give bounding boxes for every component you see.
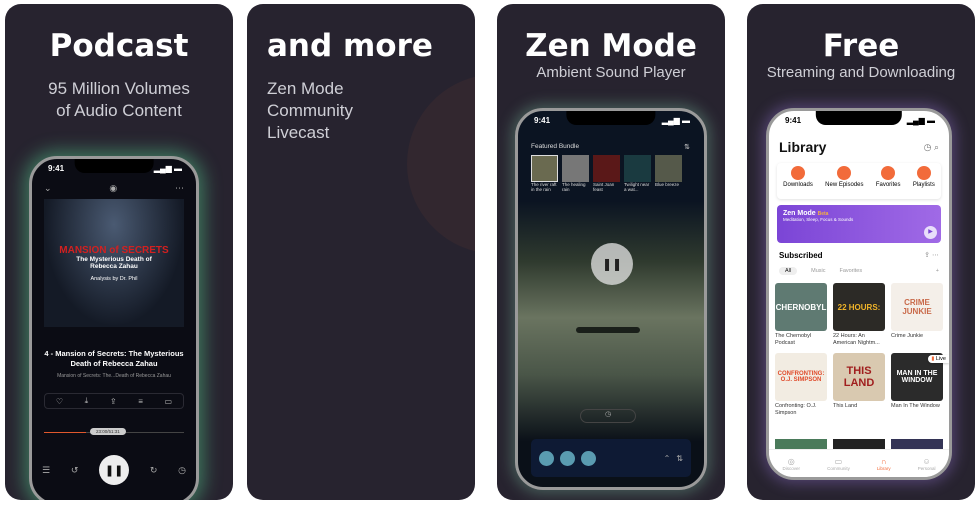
expand-chevron-icon[interactable]: ⌃ (664, 454, 671, 463)
panel-zen-mode: Zen Mode Ambient Sound Player 9:41 ▂▄▆ ▬ … (497, 4, 725, 500)
tab-discover[interactable]: ◎ Discover (783, 457, 801, 471)
panel-podcast: Podcast 95 Million Volumes of Audio Cont… (5, 4, 233, 500)
cover-subtitle: The Mysterious Death of Rebecca Zahau (76, 256, 152, 270)
more-icon[interactable]: ⋯ (932, 252, 939, 259)
cover-title: MANSION of SECRETS (59, 245, 169, 256)
cover-credit: Analysis by Dr. Phil (90, 276, 138, 282)
more-icon[interactable]: ⋯ (175, 183, 184, 194)
add-to-playlist-icon[interactable]: ≡ (138, 397, 143, 406)
cast-icon[interactable]: ◉ (109, 183, 117, 194)
playlists-shortcut[interactable]: Playlists (913, 163, 935, 199)
podcast-item[interactable]: CONFRONTING: O.J. SIMPSON Confronting: O.… (775, 353, 827, 417)
time-readout: 23:00/51:31 (90, 428, 126, 435)
show-link[interactable]: Mansion of Secrets: The...Death of Rebec… (38, 373, 190, 379)
panel-free: Free Streaming and Downloading 9:41 ▂▄▆ ▬… (747, 4, 975, 500)
zen-play-button[interactable]: ▶ (924, 226, 937, 239)
panel-subtitle-line: of Audio Content (56, 101, 182, 120)
tab-library[interactable]: ∩ Library (877, 457, 891, 471)
share-icon[interactable]: ⇪ (924, 252, 930, 259)
panel-and-more: and more Zen Mode Community Livecast (247, 4, 475, 500)
status-time: 9:41 (785, 116, 802, 125)
rain-sound-icon[interactable] (539, 450, 554, 466)
timer-button[interactable]: ◷ (580, 409, 636, 423)
live-badge[interactable]: ▮ Live (928, 355, 949, 363)
filter-music[interactable]: Music (811, 268, 825, 274)
bundle-item[interactable]: Blue breeze (655, 155, 682, 192)
phone-library: 9:41 ▂▄▆ ▬ Library ◷ ⌕ Downloads New Epis… (766, 108, 952, 480)
feature-item: Zen Mode (267, 79, 344, 98)
progress-slider[interactable]: 23:00/51:31 (44, 428, 184, 435)
subscribed-heading: Subscribed (779, 251, 823, 260)
bundle-item[interactable]: Twilight near a wat... (624, 155, 651, 192)
cloud-sound-icon[interactable] (560, 450, 575, 466)
featured-label: Featured Bundle (531, 143, 580, 150)
zen-mode-banner[interactable]: Zen Mode Beta Meditation, Sleep, Focus &… (777, 205, 941, 243)
mixer-icon[interactable]: ⇅ (676, 454, 683, 463)
episode-cover: MANSION of SECRETS The Mysterious Death … (44, 199, 184, 327)
forward-30-icon[interactable]: ↻ (150, 465, 158, 476)
panel-title: Free (822, 28, 900, 64)
panel-title: Zen Mode (525, 28, 697, 64)
podcast-item[interactable]: 22 HOURS: 22 Hours: An American Nightm... (833, 283, 885, 347)
like-icon[interactable]: ♡ (56, 397, 63, 406)
sort-icon[interactable]: ⇅ (684, 143, 690, 151)
bundle-item[interactable]: The healing rain (562, 155, 589, 192)
tab-personal[interactable]: ☺ Personal (918, 457, 936, 471)
history-icon[interactable]: ◷ (924, 142, 932, 152)
status-time: 9:41 (48, 164, 65, 173)
collapse-chevron-icon[interactable]: ⌄ (44, 183, 52, 194)
library-title: Library (779, 139, 827, 155)
phone-player: 9:41 ▂▄▆ ▬ ⌄ ◉ ⋯ MANSION of SECRETS The Mys… (29, 156, 199, 500)
panel-title: and more (267, 28, 433, 64)
bundle-item[interactable]: The river raft in the rain (531, 155, 558, 192)
downloads-shortcut[interactable]: Downloads (783, 163, 813, 199)
bundle-item[interactable]: Saint Joan feast (593, 155, 620, 192)
filter-favorites[interactable]: Favorites (840, 268, 863, 274)
fire-sound-icon[interactable] (581, 450, 596, 466)
share-icon[interactable]: ⇪ (110, 397, 117, 406)
new-episodes-shortcut[interactable]: New Episodes (825, 163, 864, 199)
rewind-15-icon[interactable]: ↺ (71, 465, 79, 476)
podcast-item[interactable]: THIS LAND This Land (833, 353, 885, 417)
tab-community[interactable]: ▭ Community (827, 457, 850, 471)
queue-icon[interactable]: ☰ (42, 465, 50, 476)
download-icon[interactable]: ⤓ (85, 396, 89, 406)
feature-item: Community (267, 101, 353, 120)
boat-silhouette (576, 327, 640, 333)
panel-subtitle: Ambient Sound Player (536, 64, 686, 81)
podcast-item[interactable]: MAN IN THE WINDOW Man In The Window ▮ Liv… (891, 353, 949, 417)
podcast-item[interactable]: CRIME JUNKIE Crime Junkie (891, 283, 943, 347)
feature-item: Livecast (267, 123, 330, 142)
panel-subtitle: Streaming and Downloading (766, 64, 956, 81)
add-filter-icon[interactable]: + (936, 268, 939, 274)
pause-button[interactable]: ❚❚ (99, 455, 130, 485)
comment-icon[interactable]: ▭ (165, 397, 173, 406)
panel-title: Podcast (49, 28, 189, 64)
episode-title: 4 - Mansion of Secrets: The Mysterious D… (44, 349, 184, 368)
filter-all[interactable]: All (779, 267, 798, 275)
sleep-timer-icon[interactable]: ◷ (178, 465, 186, 476)
phone-zen: 9:41 ▂▄▆ ▬ Featured Bundle ⇅ The river ra… (515, 108, 707, 490)
search-icon[interactable]: ⌕ (934, 142, 939, 152)
status-time: 9:41 (534, 116, 551, 125)
podcast-item[interactable]: CHERNOBYL The Chernobyl Podcast (775, 283, 827, 347)
pause-button[interactable]: ❚❚ (591, 243, 633, 285)
favorites-shortcut[interactable]: Favorites (876, 163, 901, 199)
panel-subtitle-line: 95 Million Volumes (48, 79, 190, 98)
